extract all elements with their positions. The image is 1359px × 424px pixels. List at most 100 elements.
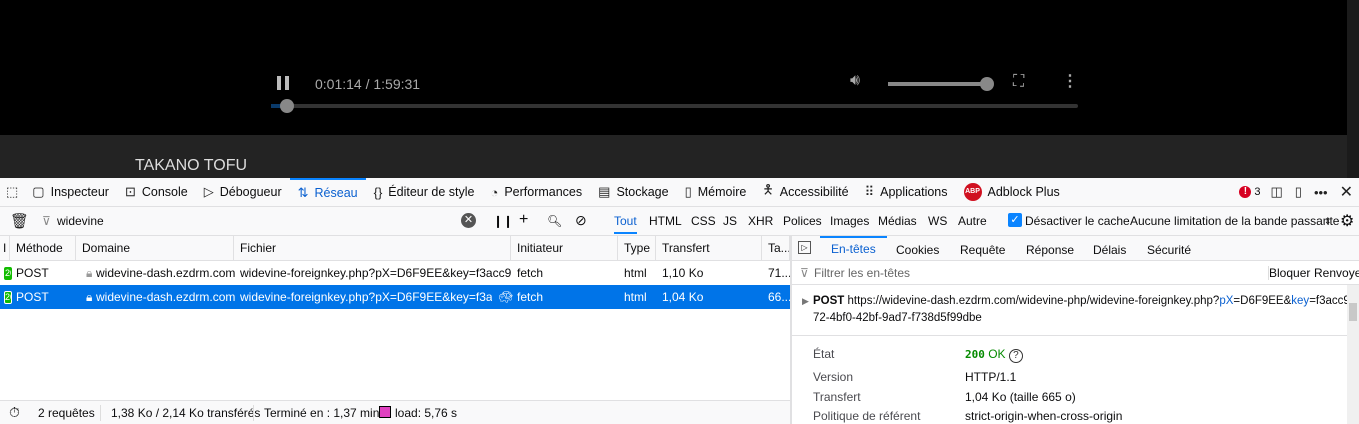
url-filter-input[interactable]: widevine	[57, 214, 104, 228]
col-type[interactable]: Type	[618, 236, 656, 261]
col-transfer[interactable]: Transfert	[656, 236, 762, 261]
transfer: 1,04 Ko	[662, 290, 704, 304]
tab-label: Débogueur	[219, 185, 282, 199]
help-icon[interactable]: ?	[1008, 349, 1023, 363]
memory-icon: ▯	[684, 184, 692, 199]
network-status-bar: ⏱︎ 2 requêtes 1,38 Ko / 2,14 Ko transfér…	[0, 400, 790, 424]
tab-accessibility[interactable]: 🯅 Accessibilité	[754, 178, 856, 207]
divider	[100, 405, 101, 421]
tab-label: Stockage	[616, 185, 669, 199]
pick-element-button[interactable]: ⬚	[0, 178, 24, 207]
col-domain[interactable]: Domaine	[76, 236, 234, 261]
tab-network[interactable]: ⇅ Réseau	[289, 177, 366, 207]
tab-debugger[interactable]: ▷ Débogueur	[196, 178, 290, 207]
initiator[interactable]: fetch	[511, 261, 543, 285]
tab-timings[interactable]: Délais	[1093, 243, 1126, 257]
settings-gear-icon[interactable]: ⚙	[1340, 211, 1354, 231]
tab-inspector[interactable]: ▢ Inspecteur	[24, 178, 117, 207]
devtools-toolbar: ⬚ ▢ Inspecteur ⊡ Console ▷ Débogueur ⇅ Résea…	[0, 177, 1359, 207]
split-console-button[interactable]: ◫	[1264, 178, 1288, 207]
type-filter-all[interactable]: Tout	[614, 214, 637, 234]
col-method[interactable]: Méthode	[10, 236, 76, 261]
col-file[interactable]: Fichier	[234, 236, 511, 261]
tab-adblock-plus[interactable]: ABP Adblock Plus	[956, 178, 1068, 207]
col-initiator[interactable]: Initiateur	[511, 236, 618, 261]
responsive-mode-button[interactable]: ▯	[1289, 178, 1308, 207]
type-filter-css[interactable]: CSS	[691, 214, 716, 228]
method: POST	[16, 266, 49, 280]
initiator[interactable]: fetch	[511, 285, 543, 309]
add-icon[interactable]: +	[519, 211, 528, 229]
col-status[interactable]: I	[0, 236, 10, 261]
tab-response[interactable]: Réponse	[1026, 243, 1074, 257]
tab-memory[interactable]: ▯ Mémoire	[677, 178, 755, 207]
filter-icon: ⊽	[42, 214, 51, 228]
tab-performance[interactable]: ◔ Performances	[482, 178, 590, 207]
type-filter-html[interactable]: HTML	[649, 214, 682, 228]
tab-console[interactable]: ⊡ Console	[117, 178, 196, 207]
accessibility-icon: 🯅	[762, 182, 774, 197]
expand-triangle-icon[interactable]: ▶	[802, 296, 809, 307]
scrollbar-thumb[interactable]	[1349, 303, 1357, 321]
pause-recording-icon[interactable]: ❙❙	[493, 214, 513, 228]
more-options-icon[interactable]: ⋮	[1062, 71, 1078, 91]
error-count: 3	[1254, 186, 1261, 198]
block-icon[interactable]: ⊘	[575, 212, 587, 229]
status-code: 200	[965, 348, 985, 361]
request-url-continued: 72-4bf0-42bf-9ad7-f738d5f99dbe	[813, 312, 982, 324]
tab-label: Réseau	[314, 186, 358, 200]
type-filter-ws[interactable]: WS	[928, 214, 947, 228]
volume-slider[interactable]	[888, 77, 994, 91]
type-filter-xhr[interactable]: XHR	[748, 214, 773, 228]
tab-applications[interactable]: ⠿ Applications	[857, 178, 956, 207]
throttling-select[interactable]: Aucune limitation de la bande passante	[1130, 214, 1339, 228]
video-player[interactable]: 0:01:14 / 1:59:31 🔊︎ ⛶ ⋮	[0, 0, 1359, 178]
field-label: Transfert	[813, 390, 861, 404]
block-button[interactable]: Bloquer	[1268, 266, 1310, 280]
toggle-sidebar-icon[interactable]: ▷	[798, 241, 811, 254]
divider	[253, 405, 254, 421]
tab-request[interactable]: Requête	[960, 243, 1005, 257]
tab-storage[interactable]: ▤ Stockage	[590, 178, 676, 207]
table-row-selected[interactable]: 200 POST 🔒︎ widevine-dash.ezdrm.com wide…	[0, 285, 790, 309]
seek-slider[interactable]	[271, 99, 1078, 113]
type-filter-js[interactable]: JS	[723, 214, 737, 228]
field-value: HTTP/1.1	[965, 370, 1017, 384]
seek-handle[interactable]	[280, 99, 294, 113]
headers-filter-input[interactable]: Filtrer les en-têtes	[814, 266, 910, 280]
type-filter-media[interactable]: Médias	[878, 214, 917, 228]
tab-cookies[interactable]: Cookies	[896, 243, 939, 257]
clear-filter-icon[interactable]: ✕	[461, 213, 476, 228]
field-label: Version	[813, 370, 854, 384]
type-filter-other[interactable]: Autre	[958, 214, 987, 228]
tab-label: Mémoire	[697, 185, 747, 199]
domain: widevine-dash.ezdrm.com	[96, 266, 236, 280]
video-info: TAKANO TOFU	[0, 135, 1359, 178]
url-param: key	[1291, 295, 1310, 307]
volume-icon[interactable]: 🔊︎	[850, 72, 860, 90]
search-icon[interactable]: 🔍︎	[547, 214, 562, 228]
type-filter-fonts[interactable]: Polices	[783, 214, 822, 228]
abp-icon: ABP	[963, 183, 982, 201]
load-color-swatch	[379, 406, 391, 418]
stopwatch-icon: ⏱︎	[9, 404, 20, 420]
col-size[interactable]: Ta...	[762, 236, 790, 261]
more-menu-button[interactable]: •••	[1308, 178, 1334, 207]
pause-button[interactable]	[277, 76, 289, 90]
close-devtools-button[interactable]: ✕	[1334, 178, 1359, 207]
trash-icon[interactable]: 🗑︎	[10, 212, 29, 230]
tab-style-editor[interactable]: {} Éditeur de style	[366, 178, 483, 207]
fullscreen-icon[interactable]: ⛶	[1013, 73, 1024, 91]
table-row[interactable]: 200 POST 🔒︎ widevine-dash.ezdrm.com wide…	[0, 261, 790, 285]
details-scrollbar[interactable]	[1347, 285, 1359, 424]
error-count-button[interactable]: ! 3	[1235, 178, 1264, 207]
tab-label: Applications	[880, 185, 948, 199]
tab-security[interactable]: Sécurité	[1147, 243, 1191, 257]
type: html	[624, 266, 647, 280]
type-filter-images[interactable]: Images	[830, 214, 869, 228]
request-table-header: I Méthode Domaine Fichier Initiateur Typ…	[0, 236, 790, 261]
tab-headers[interactable]: En-têtes	[820, 236, 887, 261]
tab-label: Inspecteur	[50, 185, 109, 199]
resend-button[interactable]: Renvoyer	[1314, 266, 1359, 280]
disable-cache-checkbox[interactable]: ✓	[1008, 213, 1022, 227]
